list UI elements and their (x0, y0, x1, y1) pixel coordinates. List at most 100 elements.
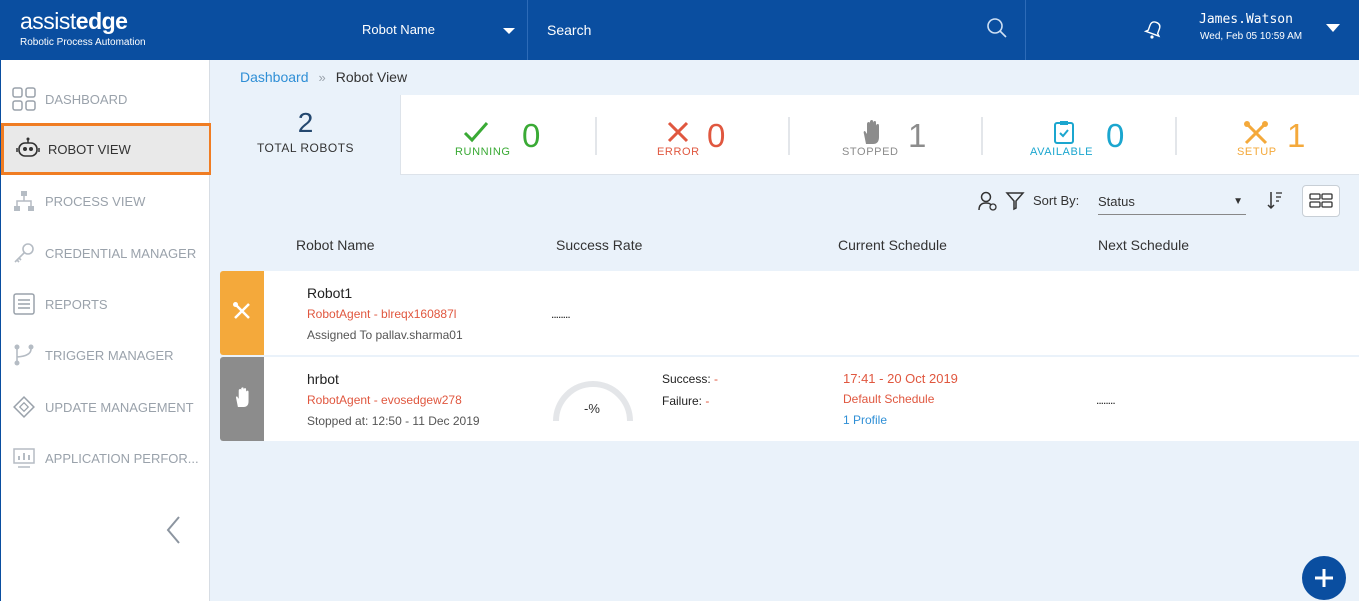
assistedge-logo[interactable]: assistedge Robotic Process Automation (20, 8, 146, 48)
robot-agent: RobotAgent - evosedgew278 (307, 393, 462, 407)
user-filter-icon[interactable] (977, 190, 999, 212)
stat-running-value: 0 (522, 117, 541, 154)
column-header-next-schedule[interactable]: Next Schedule (1098, 237, 1189, 253)
sidebar-item-robot-view[interactable]: ROBOT VIEW (1, 123, 212, 175)
setup-tools-icon (1244, 121, 1268, 145)
search-icon[interactable] (986, 17, 1008, 39)
column-header-success-rate[interactable]: Success Rate (556, 237, 642, 253)
next-schedule-empty: ........ (1096, 393, 1116, 407)
breadcrumb-separator-icon: » (318, 69, 326, 85)
robot-name-select[interactable]: Robot Name (362, 22, 435, 37)
header-divider (1025, 0, 1026, 60)
sort-by-label: Sort By: (1033, 193, 1080, 208)
sort-select-chevron-down-icon: ▼ (1233, 196, 1243, 207)
table-row[interactable]: Robot1 RobotAgent - blreqx160887l Assign… (220, 271, 1359, 355)
robot-select-chevron-down-icon[interactable] (503, 28, 515, 34)
header-divider (527, 0, 528, 60)
breadcrumb: Dashboard » Robot View (240, 69, 407, 85)
checkmark-icon (463, 122, 489, 143)
key-icon (14, 243, 34, 263)
robot-name[interactable]: Robot1 (307, 285, 352, 301)
add-robot-button[interactable] (1302, 556, 1346, 600)
current-schedule-name[interactable]: Default Schedule (843, 392, 934, 406)
success-rate-gauge-value: -% (584, 401, 600, 416)
sidebar-item-credential-manager[interactable]: CREDENTIAL MANAGER (1, 227, 210, 279)
success-rate-empty: ........ (551, 307, 571, 321)
stat-available[interactable]: AVAILABLE 0 (983, 95, 1176, 175)
sidebar-item-label: PROCESS VIEW (45, 193, 146, 209)
table-row[interactable]: hrbot RobotAgent - evosedgew278 Stopped … (220, 357, 1359, 441)
stop-hand-icon (863, 120, 879, 144)
breadcrumb-dashboard-link[interactable]: Dashboard (240, 69, 309, 85)
card-view-toggle-button[interactable] (1302, 185, 1340, 217)
sidebar-item-process-view[interactable]: PROCESS VIEW (1, 175, 210, 227)
search-input[interactable]: Search (547, 22, 591, 38)
robot-agent: RobotAgent - blreqx160887l (307, 307, 457, 321)
top-header: assistedge Robotic Process Automation Ro… (0, 0, 1359, 60)
stat-available-label: AVAILABLE (1030, 146, 1094, 158)
stat-setup[interactable]: SETUP 1 (1177, 95, 1359, 175)
stat-error-label: ERROR (657, 146, 700, 158)
grid-icon (12, 87, 36, 111)
stat-available-value: 0 (1106, 117, 1125, 154)
branch-icon (14, 344, 34, 366)
stat-total-robots[interactable]: 2 TOTAL ROBOTS (211, 95, 401, 175)
robot-name[interactable]: hrbot (307, 371, 339, 387)
sidebar-item-label: TRIGGER MANAGER (45, 347, 174, 363)
column-header-current-schedule[interactable]: Current Schedule (838, 237, 947, 253)
sidebar-item-dashboard[interactable]: DASHBOARD (1, 73, 210, 125)
collapse-chevron-left-icon[interactable] (164, 515, 184, 545)
breadcrumb-current: Robot View (335, 69, 408, 85)
sidebar-item-label: UPDATE MANAGEMENT (45, 399, 194, 415)
sidebar-item-update-management[interactable]: UPDATE MANAGEMENT (1, 381, 210, 433)
column-header-robot-name[interactable]: Robot Name (296, 237, 375, 253)
failure-count: Failure: - (662, 394, 710, 408)
sidebar-item-label: REPORTS (45, 296, 108, 312)
stat-stopped[interactable]: STOPPED 1 (790, 95, 982, 175)
stat-stopped-value: 1 (908, 117, 927, 154)
stat-total-label: TOTAL ROBOTS (256, 141, 355, 155)
stat-error-value: 0 (707, 117, 726, 154)
stat-error[interactable]: ERROR 0 (597, 95, 789, 175)
user-name[interactable]: James.Watson (1199, 12, 1293, 27)
robot-assigned-to: Assigned To pallav.sharma01 (307, 328, 463, 342)
logo-text: assistedge (20, 8, 128, 34)
sort-by-select[interactable]: Status ▼ (1098, 191, 1246, 215)
robot-icon (16, 137, 40, 157)
robot-stopped-at: Stopped at: 12:50 - 11 Dec 2019 (307, 414, 480, 428)
sidebar-item-label: ROBOT VIEW (48, 141, 131, 157)
row-status-strip (220, 357, 264, 441)
user-datetime: Wed, Feb 05 10:59 AM (1200, 31, 1303, 42)
list-icon (13, 293, 35, 315)
card-layout-icon (1309, 193, 1333, 208)
success-rate-gauge (553, 381, 633, 422)
robot-status-summary: 2 TOTAL ROBOTS RUNNING 0 ERROR 0 STOPPED… (211, 95, 1359, 175)
stat-stopped-label: STOPPED (842, 146, 899, 158)
bell-icon[interactable] (1143, 18, 1165, 40)
stat-running[interactable]: RUNNING 0 (401, 95, 597, 175)
setup-tools-icon (233, 302, 250, 319)
sidebar: DASHBOARD ROBOT VIEW PROCESS VIEW CREDEN… (0, 60, 212, 601)
sidebar-item-label: DASHBOARD (45, 91, 128, 107)
stat-setup-value: 1 (1287, 117, 1306, 154)
sidebar-item-application-performance[interactable]: APPLICATION PERFOR... (1, 432, 210, 484)
filter-funnel-icon[interactable] (1005, 191, 1025, 211)
sidebar-item-label: CREDENTIAL MANAGER (45, 245, 197, 261)
sort-order-icon[interactable] (1266, 190, 1284, 210)
sidebar-item-trigger-manager[interactable]: TRIGGER MANAGER (1, 329, 210, 381)
logo-subtitle: Robotic Process Automation (20, 37, 146, 48)
current-schedule-profile-link[interactable]: 1 Profile (843, 413, 887, 427)
sidebar-item-reports[interactable]: REPORTS (1, 278, 210, 330)
user-menu-chevron-down-icon[interactable] (1326, 24, 1340, 32)
stat-running-label: RUNNING (455, 146, 511, 158)
sidebar-item-label: APPLICATION PERFOR... (45, 450, 199, 466)
monitor-chart-icon (13, 448, 35, 468)
success-count: Success: - (662, 372, 719, 386)
stat-setup-label: SETUP (1237, 146, 1277, 158)
row-status-strip (220, 271, 264, 355)
sort-by-value: Status (1098, 194, 1135, 209)
plus-icon (1315, 569, 1333, 587)
stat-total-value: 2 (297, 107, 314, 138)
clipboard-check-icon (1054, 121, 1074, 144)
error-x-icon (667, 121, 689, 143)
